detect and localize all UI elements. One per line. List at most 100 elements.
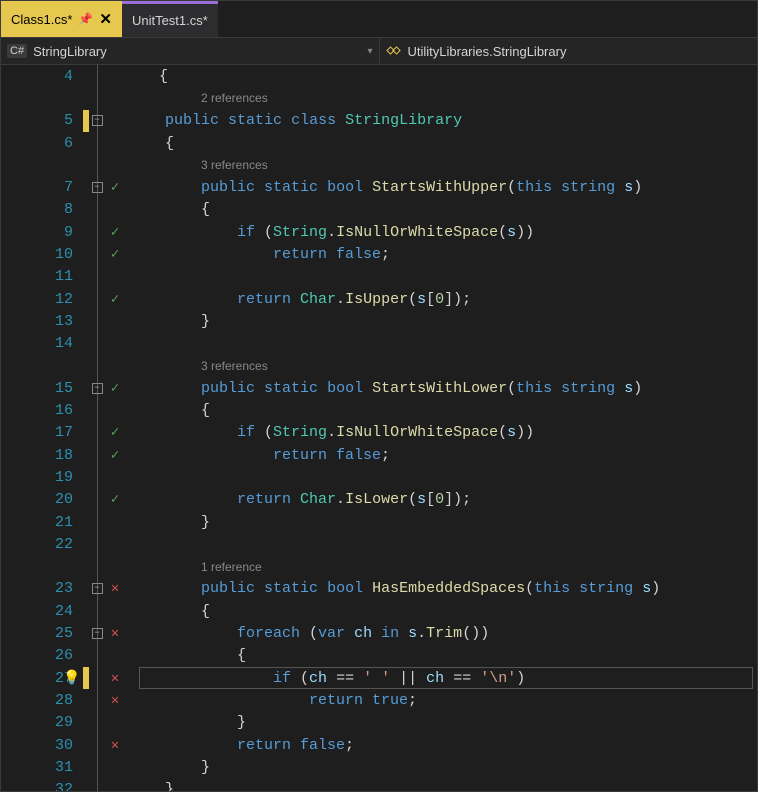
fold-toggle-icon[interactable]: − — [92, 583, 103, 594]
line-number: 5 — [1, 112, 83, 129]
code-line[interactable]: 26{ — [1, 645, 757, 667]
code-line[interactable]: 29} — [1, 712, 757, 734]
test-pass-icon — [111, 179, 119, 196]
fold-gutter — [89, 734, 105, 756]
fold-gutter — [89, 556, 105, 578]
line-number: 8 — [1, 201, 83, 218]
code-line[interactable]: 6{ — [1, 132, 757, 154]
line-number: 29 — [1, 714, 83, 731]
code-line[interactable]: 13} — [1, 310, 757, 332]
nav-scope-left[interactable]: C# StringLibrary ▾ — [1, 38, 380, 64]
code-line[interactable]: 15−public static bool StartsWithLower(th… — [1, 377, 757, 399]
fold-gutter — [89, 600, 105, 622]
fold-gutter — [89, 266, 105, 288]
test-pass-icon — [111, 424, 119, 441]
fold-gutter[interactable]: − — [89, 377, 105, 399]
code-line[interactable]: 7−public static bool StartsWithUpper(thi… — [1, 176, 757, 198]
codelens-text[interactable]: 2 references — [159, 91, 268, 105]
fold-gutter — [89, 779, 105, 792]
code-line[interactable]: 9 if (String.IsNullOrWhiteSpace(s)) — [1, 221, 757, 243]
code-line[interactable]: 12return Char.IsUpper(s[0]); — [1, 288, 757, 310]
nav-scope-right[interactable]: UtilityLibraries.StringLibrary — [380, 38, 758, 64]
code-line[interactable]: 21} — [1, 511, 757, 533]
test-status-gutter — [105, 291, 125, 308]
code-line[interactable]: 22 — [1, 533, 757, 555]
navigation-bar: C# StringLibrary ▾ UtilityLibraries.Stri… — [1, 37, 757, 65]
fold-gutter — [89, 422, 105, 444]
lightbulb-icon[interactable]: 💡 — [63, 670, 80, 687]
fold-gutter — [89, 87, 105, 109]
code-text: } — [159, 781, 174, 791]
line-number: 9 — [1, 224, 83, 241]
codelens-text[interactable]: 3 references — [159, 359, 268, 373]
code-line[interactable]: 1 reference — [1, 556, 757, 578]
line-number: 31 — [1, 759, 83, 776]
code-line[interactable]: 17if (String.IsNullOrWhiteSpace(s)) — [1, 422, 757, 444]
line-number: 23 — [1, 580, 83, 597]
code-line[interactable]: 3 references — [1, 154, 757, 176]
code-line[interactable]: 20return Char.IsLower(s[0]); — [1, 489, 757, 511]
code-line[interactable]: 28return true; — [1, 689, 757, 711]
fold-gutter — [89, 199, 105, 221]
fold-gutter[interactable]: − — [89, 110, 105, 132]
fold-gutter[interactable]: − — [89, 578, 105, 600]
code-text: foreach (var ch in s.Trim()) — [159, 625, 489, 642]
code-line[interactable]: 3 references — [1, 355, 757, 377]
code-line[interactable]: 31} — [1, 756, 757, 778]
fold-toggle-icon[interactable]: − — [92, 383, 103, 394]
fold-toggle-icon[interactable]: − — [92, 628, 103, 639]
fold-gutter — [89, 667, 105, 689]
fold-gutter — [89, 689, 105, 711]
code-line[interactable]: 11 — [1, 266, 757, 288]
pin-icon[interactable]: 📌 — [78, 12, 93, 26]
code-line[interactable]: 18return false; — [1, 444, 757, 466]
fold-gutter[interactable]: − — [89, 176, 105, 198]
code-line[interactable]: 24{ — [1, 600, 757, 622]
line-number: 6 — [1, 135, 83, 152]
code-line[interactable]: 23− public static bool HasEmbeddedSpaces(… — [1, 578, 757, 600]
codelens-text[interactable]: 1 reference — [159, 560, 262, 574]
close-icon[interactable]: ✕ — [99, 10, 112, 28]
fold-gutter — [89, 489, 105, 511]
code-line[interactable]: 30return false; — [1, 734, 757, 756]
test-status-gutter — [105, 447, 125, 464]
code-text: return false; — [159, 246, 390, 263]
class-icon — [386, 43, 402, 59]
code-text: { — [159, 201, 210, 218]
code-line[interactable]: 14 — [1, 333, 757, 355]
line-number: 24 — [1, 603, 83, 620]
tab-unittest1[interactable]: UnitTest1.cs* — [122, 1, 218, 37]
code-line[interactable]: 32} — [1, 779, 757, 792]
tab-bar: Class1.cs* 📌 ✕ UnitTest1.cs* — [1, 1, 757, 37]
code-line[interactable]: 8{ — [1, 199, 757, 221]
code-line[interactable]: 27💡if (ch == ' ' || ch == '\n') — [1, 667, 757, 689]
line-number: 15 — [1, 380, 83, 397]
tab-class1[interactable]: Class1.cs* 📌 ✕ — [1, 1, 122, 37]
codelens-text[interactable]: 3 references — [159, 158, 268, 172]
fold-gutter[interactable]: − — [89, 622, 105, 644]
code-line[interactable]: 19 — [1, 466, 757, 488]
code-line[interactable]: 5− public static class StringLibrary — [1, 110, 757, 132]
code-line[interactable]: 25−foreach (var ch in s.Trim()) — [1, 622, 757, 644]
fold-gutter — [89, 511, 105, 533]
code-line[interactable]: 4{ — [1, 65, 757, 87]
fold-toggle-icon[interactable]: − — [92, 115, 103, 126]
code-text: if (String.IsNullOrWhiteSpace(s)) — [159, 224, 534, 241]
test-pass-icon — [111, 447, 119, 464]
code-text: public static class StringLibrary — [159, 112, 462, 129]
code-line[interactable]: 16{ — [1, 399, 757, 421]
code-line[interactable]: 2 references — [1, 87, 757, 109]
code-line[interactable]: 10return false; — [1, 243, 757, 265]
code-text: } — [159, 759, 210, 776]
code-text: return false; — [159, 447, 390, 464]
code-editor[interactable]: 4{2 references5−public static class Stri… — [1, 65, 757, 791]
line-number: 4 — [1, 68, 83, 85]
fold-gutter — [89, 645, 105, 667]
code-text: return Char.IsUpper(s[0]); — [159, 291, 471, 308]
test-fail-icon — [111, 625, 119, 642]
chevron-down-icon[interactable]: ▾ — [367, 46, 372, 57]
nav-member-label: UtilityLibraries.StringLibrary — [408, 44, 567, 59]
fold-toggle-icon[interactable]: − — [92, 182, 103, 193]
test-status-gutter — [105, 179, 125, 196]
code-text: public static bool HasEmbeddedSpaces(thi… — [159, 580, 660, 597]
